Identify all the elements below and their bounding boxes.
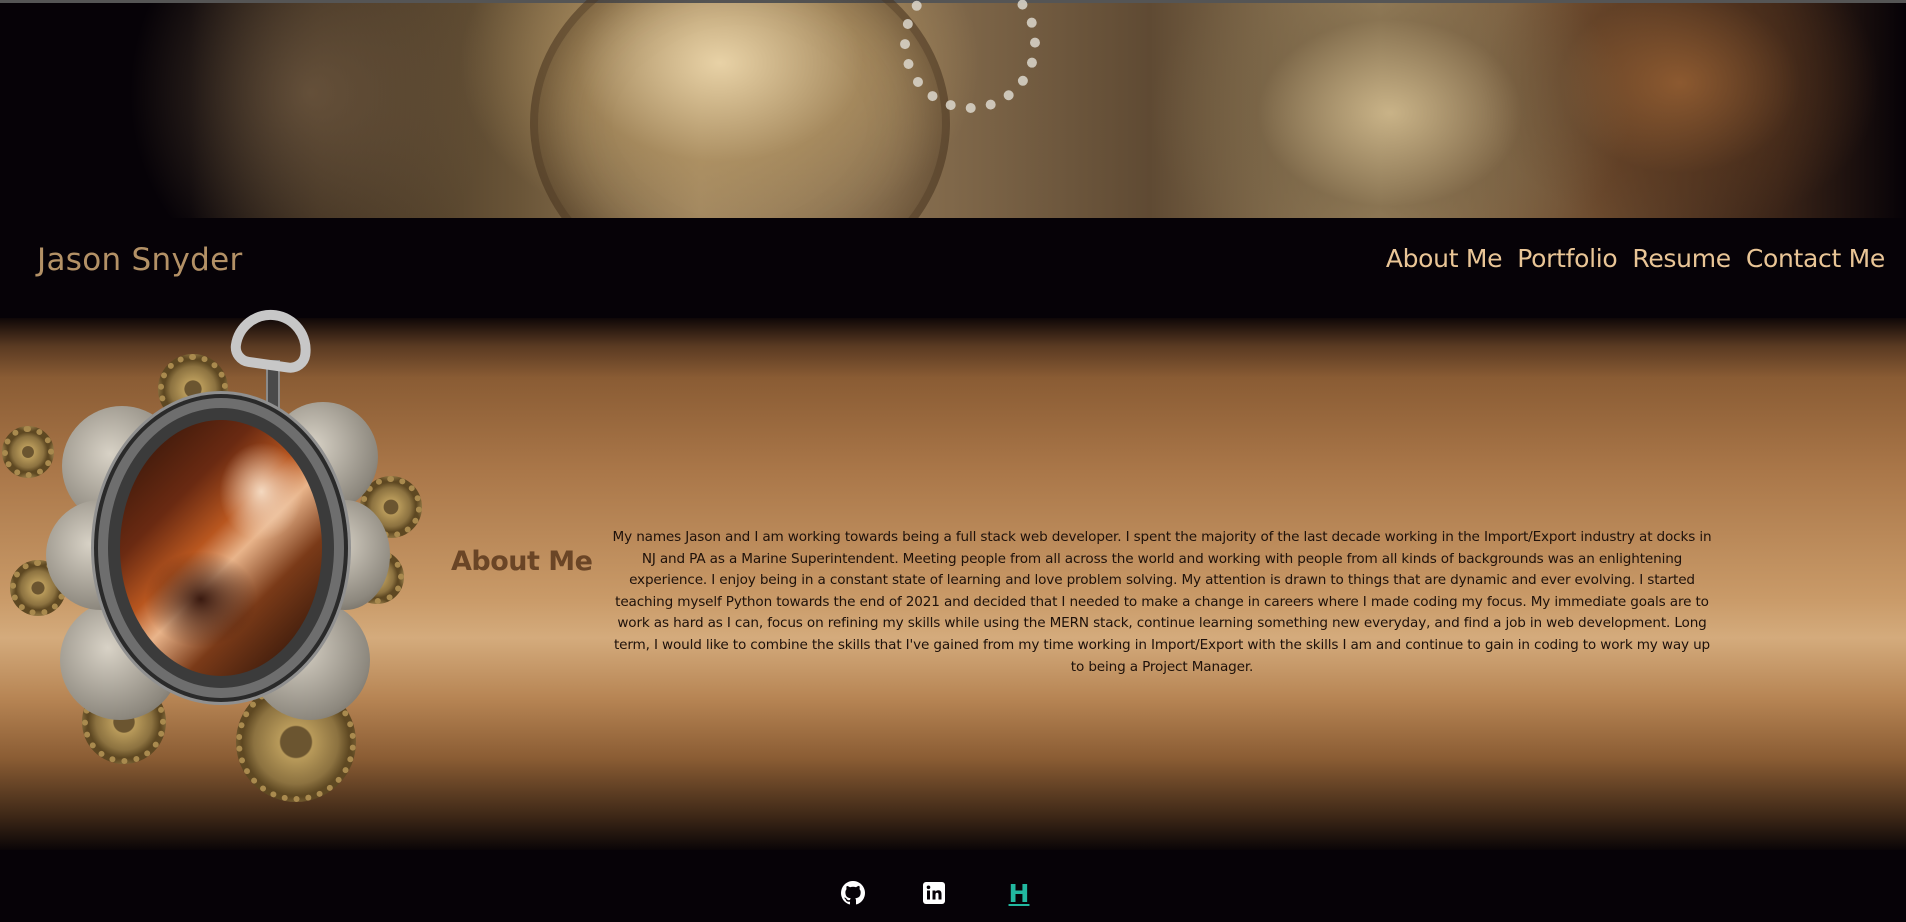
nav-resume[interactable]: Resume	[1632, 244, 1731, 273]
site-header: Jason Snyder About Me Portfolio Resume C…	[0, 218, 1906, 318]
portrait-frame	[98, 398, 344, 698]
profile-portrait	[0, 304, 430, 802]
gear-icon	[2, 426, 54, 478]
site-title: Jason Snyder	[37, 242, 243, 278]
github-icon[interactable]	[840, 880, 866, 906]
header-banner-image	[0, 0, 1906, 303]
profile-photo	[120, 420, 322, 676]
wind-up-key-icon	[228, 304, 316, 376]
about-heading: About Me	[451, 546, 593, 577]
handshake-h-icon[interactable]: H	[1006, 879, 1032, 908]
main-nav: About Me Portfolio Resume Contact Me	[1386, 244, 1885, 273]
linkedin-icon[interactable]	[921, 880, 947, 906]
about-paragraph: My names Jason and I am working towards …	[612, 529, 1712, 675]
nav-about-me[interactable]: About Me	[1386, 244, 1503, 273]
nav-contact-me[interactable]: Contact Me	[1746, 244, 1885, 273]
nav-portfolio[interactable]: Portfolio	[1517, 244, 1617, 273]
about-section: About Me My names Jason and I am working…	[0, 304, 1906, 850]
site-footer: H	[0, 850, 1906, 922]
